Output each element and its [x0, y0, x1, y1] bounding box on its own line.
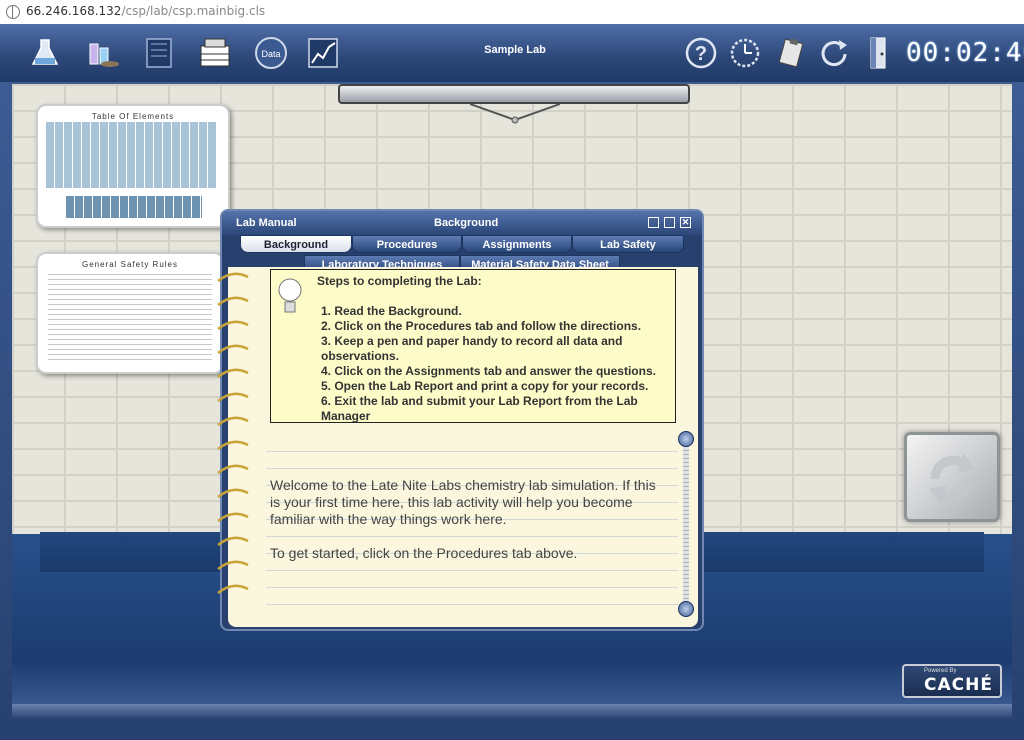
get-started-paragraph: To get started, click on the Procedures … — [270, 545, 578, 561]
ceiling-light — [338, 84, 690, 104]
poster-title: General Safety Rules — [81, 260, 179, 269]
cache-name: CACHÉ — [924, 675, 993, 695]
svg-text:?: ? — [695, 43, 707, 65]
steps-text: Steps to completing the Lab: 1. Read the… — [317, 274, 667, 424]
step-2: 2. Click on the Procedures tab and follo… — [321, 319, 642, 333]
spiral-ring-icon — [217, 536, 249, 546]
spiral-ring-icon — [217, 584, 249, 594]
step-1: 1. Read the Background. — [321, 304, 462, 318]
tab-row-1: Background Procedures Assignments Lab Sa… — [240, 235, 684, 255]
spiral-ring-icon — [217, 296, 249, 306]
tab-assignments[interactable]: Assignments — [462, 235, 572, 253]
lab-manual-window: Lab Manual Background ✕ Background Proce… — [217, 209, 704, 631]
data-icon[interactable]: Data — [254, 36, 288, 70]
clipboard-icon[interactable] — [774, 36, 808, 70]
steps-box: Steps to completing the Lab: 1. Read the… — [270, 269, 676, 423]
periodic-grid-graphic — [46, 122, 216, 188]
step-6: 6. Exit the lab and submit your Lab Repo… — [321, 394, 638, 423]
step-3: 3. Keep a pen and paper handy to record … — [321, 334, 623, 363]
step-5: 5. Open the Lab Report and print a copy … — [321, 379, 649, 393]
address-bar[interactable]: 66.246.168.132/csp/lab/csp.mainbig.cls — [0, 0, 1024, 25]
spiral-ring-icon — [217, 416, 249, 426]
spiral-ring-icon — [217, 464, 249, 474]
floor-strip — [12, 704, 1012, 718]
refresh-arrows-icon — [929, 453, 975, 505]
welcome-paragraph: Welcome to the Late Nite Labs chemistry … — [270, 477, 656, 527]
cache-logo: Powered By CACHÉ — [902, 664, 1002, 698]
tab-lab-safety[interactable]: Lab Safety — [572, 235, 684, 253]
toolbar: Data Sample Lab ? 00:02:40 — [0, 24, 1024, 82]
spiral-ring-icon — [217, 392, 249, 402]
close-icon[interactable]: ✕ — [680, 217, 691, 228]
spiral-ring-icon — [217, 512, 249, 522]
tab-background[interactable]: Background — [240, 235, 352, 253]
powered-by-text: Powered By — [924, 668, 957, 674]
scroll-up-knob[interactable] — [678, 431, 694, 447]
glassware-icon[interactable] — [86, 36, 120, 70]
spiral-ring-icon — [217, 320, 249, 330]
spiral-ring-icon — [217, 440, 249, 450]
svg-text:Data: Data — [261, 49, 280, 59]
manual-title: Lab Manual — [236, 217, 297, 229]
lab-manual-titlebar[interactable]: Lab Manual Background ✕ — [222, 211, 702, 235]
spiral-ring-icon — [217, 272, 249, 282]
lab-timer: 00:02:40 — [906, 38, 1024, 68]
notebook-paper: Steps to completing the Lab: 1. Read the… — [228, 267, 698, 627]
welcome-text: Welcome to the Late Nite Labs chemistry … — [270, 477, 668, 579]
help-icon[interactable]: ? — [684, 36, 718, 70]
lab-refresh-button[interactable] — [904, 432, 1000, 522]
maximize-icon[interactable] — [664, 217, 675, 228]
reset-icon[interactable] — [818, 36, 852, 70]
notebook-icon[interactable] — [142, 36, 176, 70]
globe-icon — [6, 5, 20, 19]
lightbulb-icon — [278, 278, 302, 313]
f-block-graphic — [66, 196, 202, 218]
spiral-ring-icon — [217, 560, 249, 570]
spiral-ring-icon — [217, 488, 249, 498]
url-text[interactable]: 66.246.168.132/csp/lab/csp.mainbig.cls — [26, 4, 265, 18]
scroll-down-knob[interactable] — [678, 601, 694, 617]
lab-title: Sample Lab — [484, 44, 546, 56]
tab-procedures[interactable]: Procedures — [352, 235, 462, 253]
light-fixture-icon — [470, 104, 560, 124]
stockroom-icon[interactable] — [198, 36, 232, 70]
exit-door-icon[interactable] — [862, 36, 896, 70]
manual-section-title: Background — [434, 217, 499, 229]
graph-icon[interactable] — [306, 36, 340, 70]
spiral-ring-icon — [217, 368, 249, 378]
safety-rules-poster[interactable]: General Safety Rules — [36, 252, 224, 374]
flask-icon[interactable] — [28, 36, 62, 70]
lab-app: Data Sample Lab ? 00:02:40 Table Of Elem… — [0, 24, 1024, 740]
clock-icon[interactable] — [728, 36, 762, 70]
scrollbar-track[interactable] — [683, 439, 689, 609]
spiral-ring-icon — [217, 344, 249, 354]
minimize-icon[interactable] — [648, 217, 659, 228]
step-4: 4. Click on the Assignments tab and answ… — [321, 364, 656, 378]
rules-text-graphic — [48, 270, 212, 360]
steps-heading: Steps to completing the Lab: — [317, 274, 482, 288]
periodic-table-poster[interactable]: Table Of Elements — [36, 104, 230, 228]
poster-title: Table Of Elements — [91, 112, 175, 121]
